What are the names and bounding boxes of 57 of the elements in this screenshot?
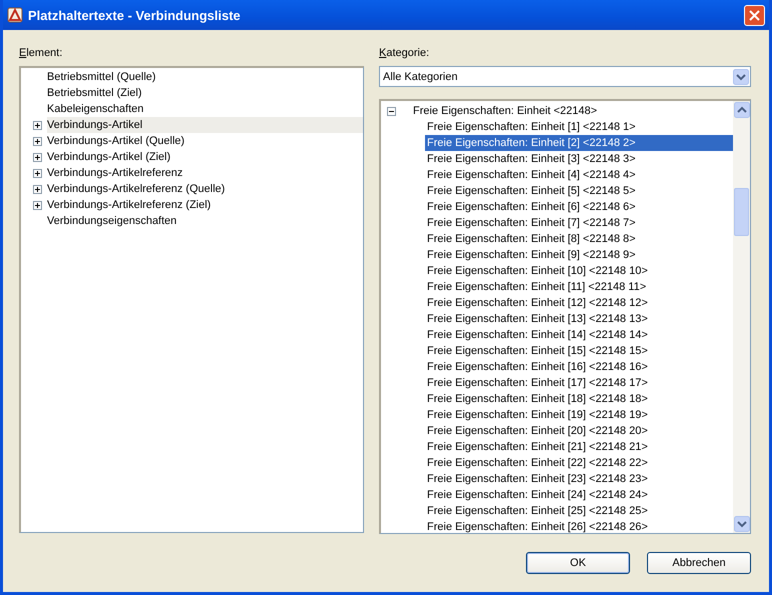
tree-item[interactable]: Freie Eigenschaften: Einheit [25] <22148 25> [425,503,733,519]
tree-item[interactable]: Freie Eigenschaften: Einheit <22148> [411,103,600,119]
tree-item[interactable]: Freie Eigenschaften: Einheit [20] <22148 20> [425,423,733,439]
expand-icon[interactable] [32,152,42,162]
tree-item[interactable]: Freie Eigenschaften: Einheit [18] <22148 18> [425,391,733,407]
close-icon [749,10,760,20]
tree-item[interactable]: Freie Eigenschaften: Einheit [24] <22148 24> [425,487,733,503]
close-button[interactable] [744,4,765,26]
list-item[interactable]: Betriebsmittel (Quelle) [47,69,363,85]
tree-item[interactable]: Freie Eigenschaften: Einheit [3] <22148 3> [425,151,733,167]
list-item[interactable]: Verbindungs-Artikelreferenz (Quelle) [47,181,363,197]
tree-item[interactable]: Freie Eigenschaften: Einheit [19] <22148 19> [425,407,733,423]
list-item[interactable]: Verbindungs-Artikel [47,117,363,133]
tree-item[interactable]: Freie Eigenschaften: Einheit [11] <22148 11> [425,279,733,295]
list-item[interactable]: Verbindungs-Artikelreferenz [47,165,363,181]
ok-button[interactable]: OK [526,552,630,574]
tree-item[interactable]: Freie Eigenschaften: Einheit [12] <22148 12> [425,295,733,311]
tree-item[interactable]: Freie Eigenschaften: Einheit [13] <22148 13> [425,311,733,327]
tree-item[interactable]: Freie Eigenschaften: Einheit [22] <22148 22> [425,455,733,471]
tree-item[interactable]: Freie Eigenschaften: Einheit [6] <22148 6> [425,199,733,215]
category-dropdown[interactable]: Alle Kategorien [379,66,751,87]
tree-item[interactable]: Freie Eigenschaften: Einheit [8] <22148 8> [425,231,733,247]
category-label: Kategorie: [379,47,430,61]
expand-icon[interactable] [32,200,42,210]
tree-item[interactable]: Freie Eigenschaften: Einheit [16] <22148 16> [425,359,733,375]
scroll-down-icon[interactable] [734,516,750,532]
tree-item[interactable]: Freie Eigenschaften: Einheit [10] <22148 10> [425,263,733,279]
element-label: Element: [19,47,64,61]
list-item[interactable]: Betriebsmittel (Ziel) [47,85,363,101]
tree-item[interactable]: Freie Eigenschaften: Einheit [14] <22148 14> [425,327,733,343]
expand-icon[interactable] [32,168,42,178]
expand-icon[interactable] [32,184,42,194]
tree-item[interactable]: Freie Eigenschaften: Einheit [26] <22148 26> [425,519,733,533]
tree-item[interactable]: Freie Eigenschaften: Einheit [21] <22148 21> [425,439,733,455]
tree-item[interactable]: Freie Eigenschaften: Einheit [15] <22148 15> [425,343,733,359]
tree-item[interactable]: Freie Eigenschaften: Einheit [23] <22148 23> [425,471,733,487]
collapse-icon[interactable] [387,106,396,116]
list-item[interactable]: Verbindungs-Artikel (Ziel) [47,149,363,165]
cancel-button[interactable]: Abbrechen [647,552,751,574]
list-item[interactable]: Verbindungs-Artikel (Quelle) [47,133,363,149]
tree-item[interactable]: Freie Eigenschaften: Einheit [5] <22148 5> [425,183,733,199]
expand-icon[interactable] [32,120,42,130]
scroll-up-icon[interactable] [734,102,750,118]
list-item[interactable]: Verbindungs-Artikelreferenz (Ziel) [47,197,363,213]
tree-item[interactable]: Freie Eigenschaften: Einheit [7] <22148 7> [425,215,733,231]
scroll-thumb[interactable] [734,188,748,236]
tree-item[interactable]: Freie Eigenschaften: Einheit [17] <22148 17> [425,375,733,391]
list-item[interactable]: Kabeleigenschaften [47,101,363,117]
app-icon [7,7,23,23]
tree-item[interactable]: Freie Eigenschaften: Einheit [4] <22148 4> [425,167,733,183]
tree-item[interactable]: Freie Eigenschaften: Einheit [9] <22148 9> [425,247,733,263]
window-title: Platzhaltertexte - Verbindungsliste [28,8,242,22]
scrollbar[interactable] [733,101,750,533]
expand-icon[interactable] [32,136,42,146]
tree-item[interactable]: Freie Eigenschaften: Einheit [2] <22148 2> [425,135,733,151]
list-item[interactable]: Verbindungseigenschaften [47,213,363,229]
tree-item[interactable]: Freie Eigenschaften: Einheit [1] <22148 1> [425,119,733,135]
